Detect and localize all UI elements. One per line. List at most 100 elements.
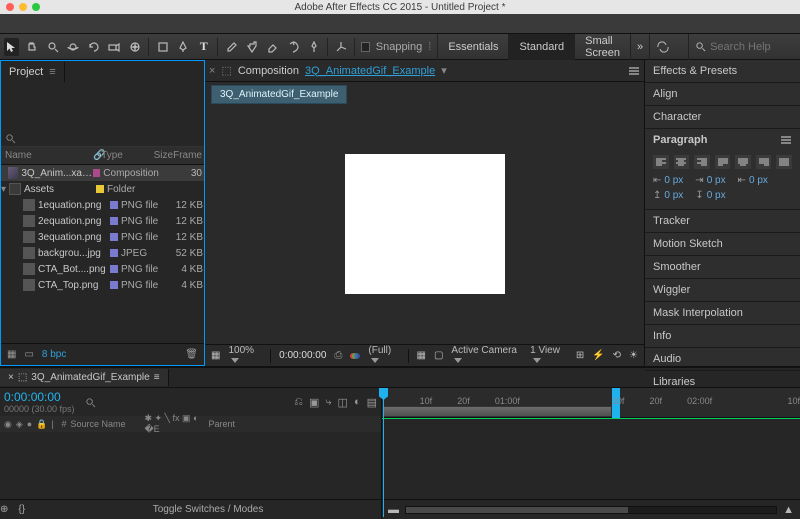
pan-behind-tool-icon[interactable] — [128, 38, 143, 56]
view-layout-dropdown[interactable]: 1 View — [530, 345, 568, 367]
time-navigator[interactable] — [405, 506, 777, 514]
align-right-icon[interactable] — [694, 155, 710, 169]
comp-tab-lock-icon[interactable]: ⬚ — [221, 64, 231, 77]
indent-left[interactable]: ⇤0 px — [653, 175, 683, 186]
panel-align[interactable]: Align — [645, 83, 800, 105]
clone-tool-icon[interactable] — [245, 38, 260, 56]
zoom-out-icon[interactable]: ▬ — [388, 504, 399, 516]
eraser-tool-icon[interactable] — [265, 38, 280, 56]
time-ruler[interactable]: 10f 20f 01:00f 10f 20f 02:00f 10f — [382, 388, 800, 417]
composition-subtab[interactable]: 3Q_AnimatedGif_Example — [211, 85, 347, 104]
frame-blend-icon[interactable]: ◫ — [338, 396, 348, 409]
resolution-dropdown[interactable]: (Full) — [368, 345, 399, 367]
pen-tool-icon[interactable] — [176, 38, 191, 56]
motion-blur-icon[interactable]: ◐ — [354, 396, 361, 409]
zoom-in-icon[interactable]: ▲ — [783, 504, 794, 516]
justify-last-center-icon[interactable] — [735, 155, 751, 169]
current-timecode[interactable]: 0:00:00:00 — [4, 390, 75, 404]
timecode-field[interactable]: 0:00:00:00 — [279, 350, 326, 361]
draft3d-icon[interactable]: ▣ — [309, 396, 319, 409]
project-item-file[interactable]: CTA_Bot....png PNG file 4 KB — [1, 261, 204, 277]
selection-tool[interactable] — [4, 38, 19, 56]
zoom-dropdown[interactable]: 100% — [228, 345, 262, 367]
workspace-overflow[interactable]: » — [630, 34, 649, 60]
type-tool-icon[interactable]: T — [196, 38, 211, 56]
camera-dropdown[interactable]: Active Camera — [451, 345, 522, 367]
project-item-folder[interactable]: ▾ Assets Folder — [1, 181, 204, 197]
space-before[interactable]: ↥0 px — [653, 190, 683, 201]
panel-paragraph[interactable]: Paragraph — [645, 129, 800, 151]
panel-info[interactable]: Info — [645, 325, 800, 347]
justify-all-icon[interactable] — [776, 155, 792, 169]
timeline-sync-icon[interactable]: ⟲ — [613, 350, 621, 361]
help-search[interactable] — [688, 34, 796, 60]
menu-bar[interactable] — [0, 14, 800, 34]
orbit-tool-icon[interactable] — [66, 38, 81, 56]
composition-canvas[interactable] — [345, 154, 505, 294]
mask-toggle-icon[interactable]: ▢ — [434, 350, 443, 361]
timeline-tab[interactable]: × ⬚ 3Q_AnimatedGif_Example ≡ — [0, 369, 169, 386]
comp-mini-flow-icon[interactable]: ⎌ — [294, 396, 303, 409]
search-icon[interactable] — [5, 133, 16, 144]
help-search-input[interactable] — [710, 41, 790, 53]
snapping-checkbox[interactable] — [361, 42, 370, 52]
show-channel-icon[interactable] — [350, 351, 360, 361]
space-after[interactable]: ↧0 px — [695, 190, 725, 201]
shy-icon[interactable]: ⤷ — [325, 396, 331, 409]
timeline-search-icon[interactable] — [85, 397, 96, 408]
layer-list[interactable] — [0, 418, 382, 499]
bpc-toggle[interactable]: 8 bpc — [42, 349, 66, 360]
exposure-icon[interactable]: ☀ — [629, 350, 638, 361]
new-folder-icon[interactable]: ▭ — [24, 349, 33, 360]
workspace-sync-icon[interactable] — [649, 34, 676, 60]
project-item-file[interactable]: 3equation.png PNG file 12 KB — [1, 229, 204, 245]
align-center-icon[interactable] — [674, 155, 690, 169]
local-axis-icon[interactable] — [334, 38, 349, 56]
align-left-icon[interactable] — [653, 155, 669, 169]
indent-first[interactable]: ⇥0 px — [695, 175, 725, 186]
pin-tool-icon[interactable] — [306, 38, 321, 56]
camera-tool-icon[interactable] — [107, 38, 122, 56]
fast-preview-icon[interactable]: ⚡ — [592, 350, 604, 361]
hand-tool-icon[interactable] — [25, 38, 40, 56]
panel-mask-interpolation[interactable]: Mask Interpolation — [645, 302, 800, 324]
project-tab[interactable]: Project≡ — [1, 62, 65, 82]
toggle-switches-button[interactable]: Toggle Switches / Modes — [35, 504, 381, 515]
composition-viewer[interactable] — [205, 104, 644, 344]
workspace-essentials[interactable]: Essentials — [437, 34, 508, 60]
workspace-small-screen[interactable]: Small Screen — [574, 34, 630, 60]
transparency-grid-icon[interactable]: ▦ — [417, 350, 426, 361]
justify-last-left-icon[interactable] — [715, 155, 731, 169]
rotate-tool-icon[interactable] — [87, 38, 102, 56]
comp-lock-icon[interactable]: ⬚ — [18, 372, 27, 383]
expand-transform-icon[interactable]: ⊕ — [0, 504, 8, 515]
project-item-file[interactable]: 2equation.png PNG file 12 KB — [1, 213, 204, 229]
timeline-tracks[interactable] — [382, 418, 800, 499]
interpret-footage-icon[interactable]: ▦ — [7, 349, 16, 360]
project-item-file[interactable]: 1equation.png PNG file 12 KB — [1, 197, 204, 213]
bracket-icon[interactable]: {} — [18, 504, 25, 515]
workspace-standard[interactable]: Standard — [508, 34, 574, 60]
region-icon[interactable]: ▦ — [211, 350, 220, 361]
project-item-file[interactable]: CTA_Top.png PNG file 4 KB — [1, 277, 204, 293]
project-item-composition[interactable]: 3Q_Anim...xample Composition 30 — [1, 165, 204, 181]
delete-icon[interactable]: 🗑 — [185, 349, 198, 360]
shape-tool-icon[interactable] — [155, 38, 170, 56]
snapshot-icon[interactable]: ⎙ — [334, 350, 342, 361]
project-item-file[interactable]: backgrou...jpg JPEG 52 KB — [1, 245, 204, 261]
brush-tool-icon[interactable] — [224, 38, 239, 56]
graph-editor-icon[interactable]: ▤ — [367, 396, 377, 409]
panel-motion-sketch[interactable]: Motion Sketch — [645, 233, 800, 255]
panel-audio[interactable]: Audio — [645, 348, 800, 370]
roto-tool-icon[interactable] — [286, 38, 301, 56]
panel-effects-presets[interactable]: Effects & Presets — [645, 60, 800, 82]
panel-wiggler[interactable]: Wiggler — [645, 279, 800, 301]
pixel-aspect-icon[interactable]: ⊞ — [576, 350, 584, 361]
zoom-tool-icon[interactable] — [45, 38, 60, 56]
panel-smoother[interactable]: Smoother — [645, 256, 800, 278]
justify-last-right-icon[interactable] — [756, 155, 772, 169]
indent-right[interactable]: ⇤0 px — [738, 175, 768, 186]
composition-name-link[interactable]: 3Q_AnimatedGif_Example — [305, 65, 435, 77]
panel-character[interactable]: Character — [645, 106, 800, 128]
panel-tracker[interactable]: Tracker — [645, 210, 800, 232]
